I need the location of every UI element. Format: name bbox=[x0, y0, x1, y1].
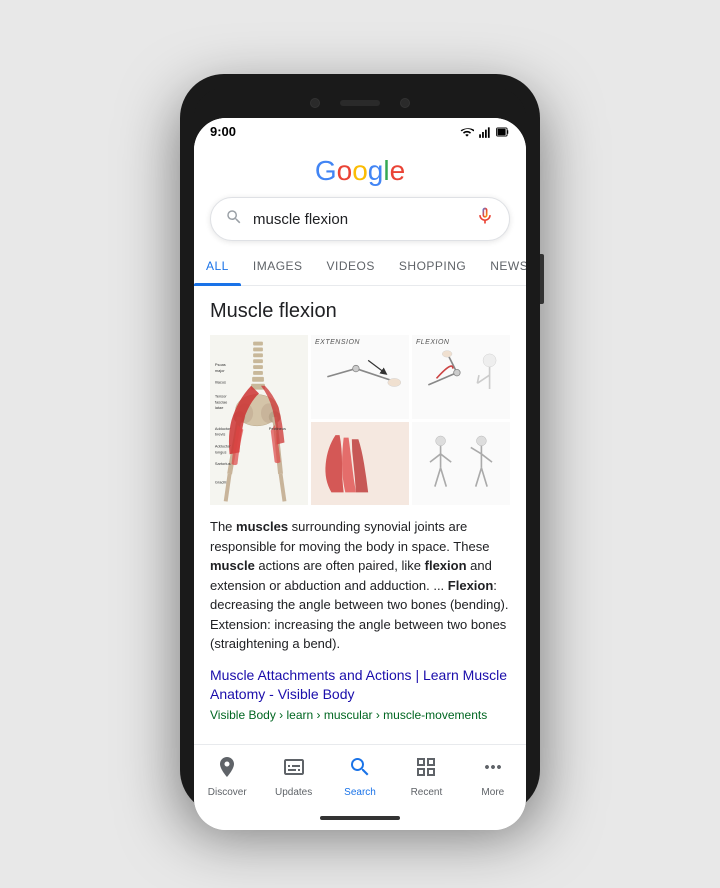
svg-text:brevis: brevis bbox=[215, 432, 225, 437]
tab-images[interactable]: IMAGES bbox=[241, 251, 315, 285]
svg-text:major: major bbox=[215, 368, 225, 373]
logo-g: G bbox=[315, 155, 337, 186]
tab-news[interactable]: NEWS bbox=[478, 251, 526, 285]
wifi-icon bbox=[460, 125, 474, 139]
search-nav-icon bbox=[348, 755, 372, 785]
discover-icon bbox=[215, 755, 239, 785]
signal-icon bbox=[478, 125, 492, 139]
nav-discover[interactable]: Discover bbox=[194, 751, 260, 802]
search-label: Search bbox=[344, 787, 376, 798]
updates-label: Updates bbox=[275, 787, 312, 798]
status-bar: 9:00 bbox=[194, 118, 526, 145]
flexion-label: Flexion bbox=[416, 339, 449, 346]
svg-text:Tensor: Tensor bbox=[215, 393, 227, 398]
extension-label: Extension bbox=[315, 339, 360, 346]
result-link[interactable]: Muscle Attachments and Actions | Learn M… bbox=[210, 666, 510, 722]
status-icons bbox=[460, 125, 510, 139]
search-input[interactable] bbox=[253, 211, 465, 228]
svg-text:fasciae: fasciae bbox=[215, 399, 227, 404]
extension-image[interactable]: Extension bbox=[311, 335, 409, 419]
bottom-nav: Discover Updates Search bbox=[194, 744, 526, 806]
muscle-detail-image[interactable] bbox=[311, 422, 409, 506]
svg-text:Adductor: Adductor bbox=[215, 426, 231, 431]
more-label: More bbox=[481, 787, 504, 798]
phone-frame: 9:00 bbox=[180, 74, 540, 814]
mic-icon[interactable] bbox=[475, 206, 495, 232]
recent-label: Recent bbox=[411, 787, 443, 798]
image-grid: Psoas major Iliacus Tensor fasciae latae… bbox=[210, 335, 510, 505]
phone-screen: 9:00 bbox=[194, 118, 526, 830]
svg-text:Sartorius: Sartorius bbox=[215, 461, 231, 466]
main-content: Muscle flexion bbox=[194, 286, 526, 744]
speaker bbox=[340, 100, 380, 106]
logo-g2: g bbox=[368, 155, 384, 186]
tab-all[interactable]: ALL bbox=[194, 251, 241, 285]
svg-text:Adductor: Adductor bbox=[215, 443, 231, 448]
google-header: Google bbox=[194, 145, 526, 251]
phone-top-bar bbox=[194, 88, 526, 118]
nav-more[interactable]: More bbox=[460, 751, 526, 802]
knowledge-panel: Muscle flexion bbox=[194, 286, 526, 736]
svg-text:Psoas: Psoas bbox=[215, 362, 226, 367]
result-title[interactable]: Muscle Attachments and Actions | Learn M… bbox=[210, 666, 510, 705]
nav-updates[interactable]: Updates bbox=[260, 751, 326, 802]
anatomy-image[interactable]: Psoas major Iliacus Tensor fasciae latae… bbox=[210, 335, 308, 505]
tab-shopping[interactable]: SHOPPING bbox=[387, 251, 478, 285]
svg-text:Gracilis: Gracilis bbox=[215, 480, 228, 485]
recent-icon bbox=[414, 755, 438, 785]
battery-icon bbox=[496, 125, 510, 139]
tab-bar: ALL IMAGES VIDEOS SHOPPING NEWS M bbox=[194, 251, 526, 286]
home-indicator bbox=[194, 806, 526, 830]
nav-search[interactable]: Search bbox=[327, 751, 393, 802]
svg-text:latae: latae bbox=[215, 405, 223, 410]
status-time: 9:00 bbox=[210, 124, 236, 139]
front-camera bbox=[310, 98, 320, 108]
svg-text:longus: longus bbox=[215, 449, 227, 454]
nav-recent[interactable]: Recent bbox=[393, 751, 459, 802]
more-icon bbox=[481, 755, 505, 785]
discover-label: Discover bbox=[208, 787, 247, 798]
search-icon bbox=[225, 208, 243, 231]
panel-title: Muscle flexion bbox=[210, 300, 510, 323]
svg-text:Iliacus: Iliacus bbox=[215, 380, 226, 385]
google-logo: Google bbox=[315, 155, 405, 187]
sensor bbox=[400, 98, 410, 108]
panel-description: The muscles surrounding synovial joints … bbox=[210, 517, 510, 654]
tab-videos[interactable]: VIDEOS bbox=[315, 251, 387, 285]
search-bar[interactable] bbox=[210, 197, 510, 241]
flexion-image[interactable]: Flexion bbox=[412, 335, 510, 419]
result-url: Visible Body › learn › muscular › muscle… bbox=[210, 708, 510, 722]
volume-button bbox=[540, 254, 544, 304]
svg-text:Pectineus: Pectineus bbox=[269, 426, 286, 431]
logo-e: e bbox=[390, 155, 406, 186]
body-figure-image[interactable] bbox=[412, 422, 510, 506]
home-bar bbox=[320, 816, 400, 820]
logo-o2: o bbox=[352, 155, 368, 186]
logo-o1: o bbox=[337, 155, 353, 186]
updates-icon bbox=[282, 755, 306, 785]
